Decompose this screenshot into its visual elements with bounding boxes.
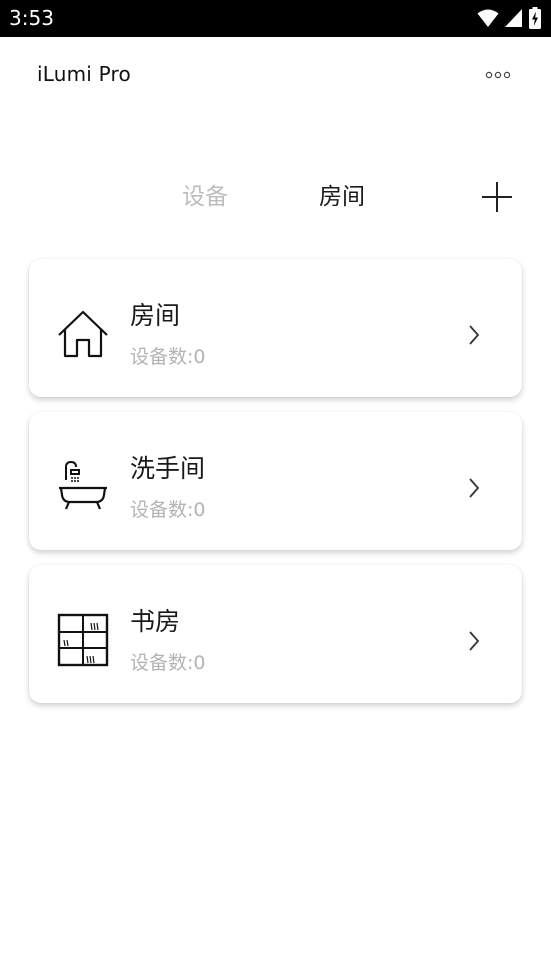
plus-icon	[482, 182, 512, 212]
room-card-bathroom[interactable]: 洗手间 设备数:0	[29, 412, 522, 550]
room-device-count: 设备数:0	[130, 652, 206, 674]
room-name: 洗手间	[130, 454, 206, 483]
chevron-right-icon	[469, 325, 480, 345]
room-card-study[interactable]: 书房 设备数:0	[29, 565, 522, 703]
chevron-right-icon	[469, 478, 480, 498]
app-title: iLumi Pro	[37, 62, 131, 86]
room-name: 书房	[130, 607, 181, 636]
bookshelf-icon	[57, 613, 109, 667]
wifi-icon	[477, 9, 499, 27]
room-device-count: 设备数:0	[130, 499, 206, 521]
app-header: iLumi Pro	[0, 37, 551, 117]
room-card-room[interactable]: 房间 设备数:0	[29, 259, 522, 397]
bathtub-icon	[59, 460, 107, 510]
add-room-button[interactable]	[480, 180, 514, 214]
status-time: 3:53	[9, 6, 54, 30]
more-dots-icon	[485, 71, 511, 79]
chevron-right-icon	[469, 631, 480, 651]
tab-devices[interactable]: 设备	[182, 182, 228, 212]
tab-rooms[interactable]: 房间	[319, 182, 365, 212]
status-bar: 3:53	[0, 0, 551, 37]
room-device-count: 设备数:0	[130, 346, 206, 368]
signal-icon	[505, 9, 522, 27]
house-icon	[58, 310, 108, 358]
status-icons	[477, 7, 541, 29]
room-name: 房间	[130, 301, 181, 330]
more-options-button[interactable]	[484, 67, 512, 83]
tab-bar: 设备 房间	[0, 176, 551, 220]
battery-charging-icon	[529, 7, 541, 29]
